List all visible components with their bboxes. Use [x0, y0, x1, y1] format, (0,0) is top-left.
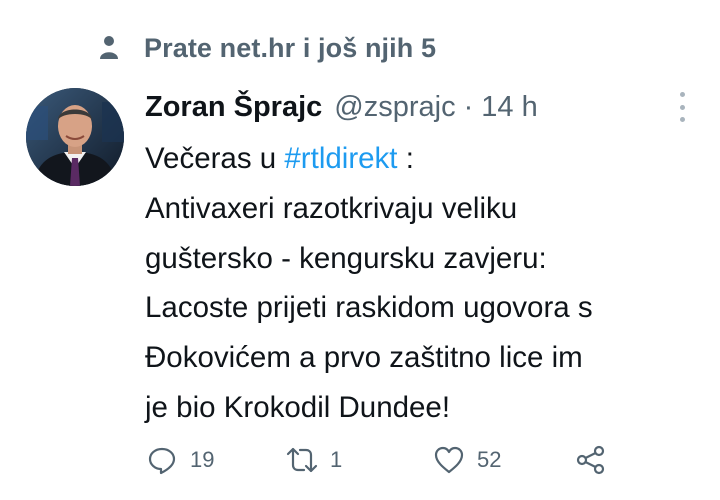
retweet-icon — [286, 447, 318, 473]
author-name[interactable]: Zoran Šprajc — [145, 91, 322, 124]
tweet-line: je bio Krokodil Dundee! — [145, 390, 451, 424]
tweet-line: Lacoste prijeti raskidom ugovora s — [145, 291, 593, 325]
like-button[interactable]: 52 — [433, 440, 501, 480]
reply-button[interactable]: 19 — [146, 440, 214, 480]
person-icon — [100, 36, 118, 59]
share-button[interactable] — [575, 440, 607, 480]
tweet-line: Đokovićem a prvo zaštitno lice im — [145, 341, 583, 375]
tweet-text-fragment: : — [397, 142, 414, 175]
tweet-line: guštersko - kengursku zavjeru: — [145, 241, 547, 275]
social-context-text: Prate net.hr i još njih 5 — [144, 32, 437, 63]
reply-count: 19 — [190, 447, 215, 472]
tweet-text: Večeras u #rtldirekt : Antivaxeri razotk… — [145, 134, 710, 433]
retweet-button[interactable]: 1 — [286, 440, 342, 480]
more-dot — [679, 117, 685, 122]
retweet-count: 1 — [330, 447, 343, 472]
more-options-icon[interactable] — [672, 92, 692, 122]
tweet-actions: 19 1 52 — [0, 440, 720, 480]
heart-icon — [434, 446, 464, 474]
avatar-photo — [26, 88, 124, 186]
social-context[interactable]: Prate net.hr i još njih 5 — [98, 30, 436, 66]
share-icon — [576, 445, 605, 475]
tweet-line: Antivaxeri razotkrivaju veliku — [145, 191, 518, 225]
tweet-text-fragment: Večeras u — [145, 142, 285, 175]
more-dot — [679, 104, 685, 110]
author-handle[interactable]: @zsprajc — [334, 91, 455, 124]
hashtag-link[interactable]: #rtldirekt — [284, 142, 397, 175]
tweet-line: Večeras u #rtldirekt : — [145, 134, 710, 184]
author-avatar[interactable] — [26, 88, 124, 186]
separator-dot: · — [463, 90, 474, 123]
like-count: 52 — [477, 447, 502, 472]
tweet-header: Zoran Šprajc @zsprajc · 14 h — [145, 86, 538, 128]
more-dot — [679, 92, 685, 97]
timestamp[interactable]: 14 h — [481, 91, 537, 124]
reply-icon — [148, 447, 176, 475]
